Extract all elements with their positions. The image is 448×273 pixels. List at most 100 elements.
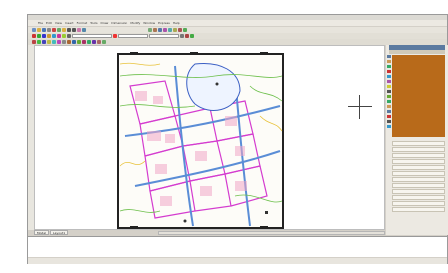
cut-icon[interactable] xyxy=(52,28,56,32)
trim-icon[interactable] xyxy=(77,40,81,44)
array-icon[interactable] xyxy=(52,40,56,44)
layer-item[interactable] xyxy=(392,201,445,206)
status-row[interactable] xyxy=(395,58,441,63)
swatch[interactable] xyxy=(387,105,391,108)
menu-window[interactable]: Window xyxy=(143,21,155,25)
swatch[interactable] xyxy=(387,95,391,98)
erase-icon[interactable] xyxy=(32,40,36,44)
status-row[interactable] xyxy=(395,114,441,119)
menu-file[interactable]: File xyxy=(38,21,43,25)
stretch-icon[interactable] xyxy=(72,40,76,44)
break-icon[interactable] xyxy=(87,40,91,44)
save-icon[interactable] xyxy=(42,28,46,32)
status-row[interactable] xyxy=(395,82,441,87)
design-center-icon[interactable] xyxy=(153,28,157,32)
menu-tools[interactable]: Tools xyxy=(90,21,97,25)
status-row[interactable] xyxy=(395,90,441,95)
status-row[interactable] xyxy=(395,98,441,103)
swatch[interactable] xyxy=(387,65,391,68)
tab-model[interactable]: Model xyxy=(34,230,50,235)
color-control-icon[interactable] xyxy=(113,34,117,38)
swatch[interactable] xyxy=(387,75,391,78)
swatch[interactable] xyxy=(387,60,391,63)
layer-dropdown[interactable] xyxy=(72,34,112,38)
swatch[interactable] xyxy=(387,70,391,73)
open-file-icon[interactable] xyxy=(37,28,41,32)
new-file-icon[interactable] xyxy=(32,28,36,32)
menu-express[interactable]: Express xyxy=(158,21,170,25)
swatch[interactable] xyxy=(387,55,391,58)
layer-item[interactable] xyxy=(392,165,445,170)
hatch-icon[interactable] xyxy=(57,34,61,38)
layer-item[interactable] xyxy=(392,195,445,200)
lineweight-dropdown[interactable] xyxy=(149,34,179,38)
line-icon[interactable] xyxy=(32,34,36,38)
paste-icon[interactable] xyxy=(62,28,66,32)
layer-item[interactable] xyxy=(392,147,445,152)
fillet-icon[interactable] xyxy=(97,40,101,44)
copy-icon[interactable] xyxy=(57,28,61,32)
swatch[interactable] xyxy=(387,85,391,88)
status-row[interactable] xyxy=(395,106,441,111)
layer-item[interactable] xyxy=(392,159,445,164)
undo-icon[interactable] xyxy=(67,28,71,32)
print-icon[interactable] xyxy=(47,28,51,32)
extend-icon[interactable] xyxy=(82,40,86,44)
tool-palettes-icon[interactable] xyxy=(158,28,162,32)
rotate-icon[interactable] xyxy=(62,40,66,44)
swatch[interactable] xyxy=(387,80,391,83)
layer-item[interactable] xyxy=(392,183,445,188)
command-line-window[interactable] xyxy=(28,236,447,257)
menu-modify[interactable]: Modify xyxy=(130,21,140,25)
menu-draw[interactable]: Draw xyxy=(101,21,109,25)
swatch[interactable] xyxy=(387,115,391,118)
status-row[interactable] xyxy=(395,74,441,79)
layer-item[interactable] xyxy=(392,171,445,176)
menu-help[interactable]: Help xyxy=(173,21,180,25)
menu-view[interactable]: View xyxy=(55,21,62,25)
menu-format[interactable]: Format xyxy=(77,21,88,25)
regen-icon[interactable] xyxy=(183,28,187,32)
scale-icon[interactable] xyxy=(67,40,71,44)
grid-icon[interactable] xyxy=(190,34,194,38)
swatch[interactable] xyxy=(387,120,391,123)
polyline-icon[interactable] xyxy=(37,34,41,38)
match-properties-icon[interactable] xyxy=(168,28,172,32)
menu-insert[interactable]: Insert xyxy=(65,21,74,25)
rectangle-icon[interactable] xyxy=(52,34,56,38)
swatch[interactable] xyxy=(387,125,391,128)
layer-item[interactable] xyxy=(392,207,445,212)
copy-object-icon[interactable] xyxy=(37,40,41,44)
menu-edit[interactable]: Edit xyxy=(46,21,52,25)
linetype-dropdown[interactable] xyxy=(118,34,148,38)
drawing-canvas[interactable] xyxy=(34,45,385,230)
snap-icon[interactable] xyxy=(185,34,189,38)
layer-item[interactable] xyxy=(392,189,445,194)
properties-icon[interactable] xyxy=(148,28,152,32)
arc-icon[interactable] xyxy=(47,34,51,38)
text-icon[interactable] xyxy=(62,34,66,38)
layer-item[interactable] xyxy=(392,141,445,146)
tab-layout1[interactable]: Layout1 xyxy=(50,230,69,235)
zoom-previous-icon[interactable] xyxy=(178,28,182,32)
plot-style-icon[interactable] xyxy=(180,34,184,38)
explode-icon[interactable] xyxy=(102,40,106,44)
menu-dimension[interactable]: Dimension xyxy=(111,21,127,25)
status-row[interactable] xyxy=(395,66,441,71)
layer-icon[interactable] xyxy=(163,28,167,32)
move-icon[interactable] xyxy=(57,40,61,44)
offset-icon[interactable] xyxy=(47,40,51,44)
circle-icon[interactable] xyxy=(42,34,46,38)
mirror-icon[interactable] xyxy=(42,40,46,44)
swatch[interactable] xyxy=(387,90,391,93)
swatch[interactable] xyxy=(387,110,391,113)
zoom-icon[interactable] xyxy=(82,28,86,32)
layer-item[interactable] xyxy=(392,153,445,158)
horizontal-scrollbar[interactable] xyxy=(158,231,385,235)
swatch[interactable] xyxy=(387,100,391,103)
pan-icon[interactable] xyxy=(77,28,81,32)
layer-item[interactable] xyxy=(392,177,445,182)
status-row[interactable] xyxy=(395,122,441,127)
redo-icon[interactable] xyxy=(72,28,76,32)
block-icon[interactable] xyxy=(67,34,71,38)
